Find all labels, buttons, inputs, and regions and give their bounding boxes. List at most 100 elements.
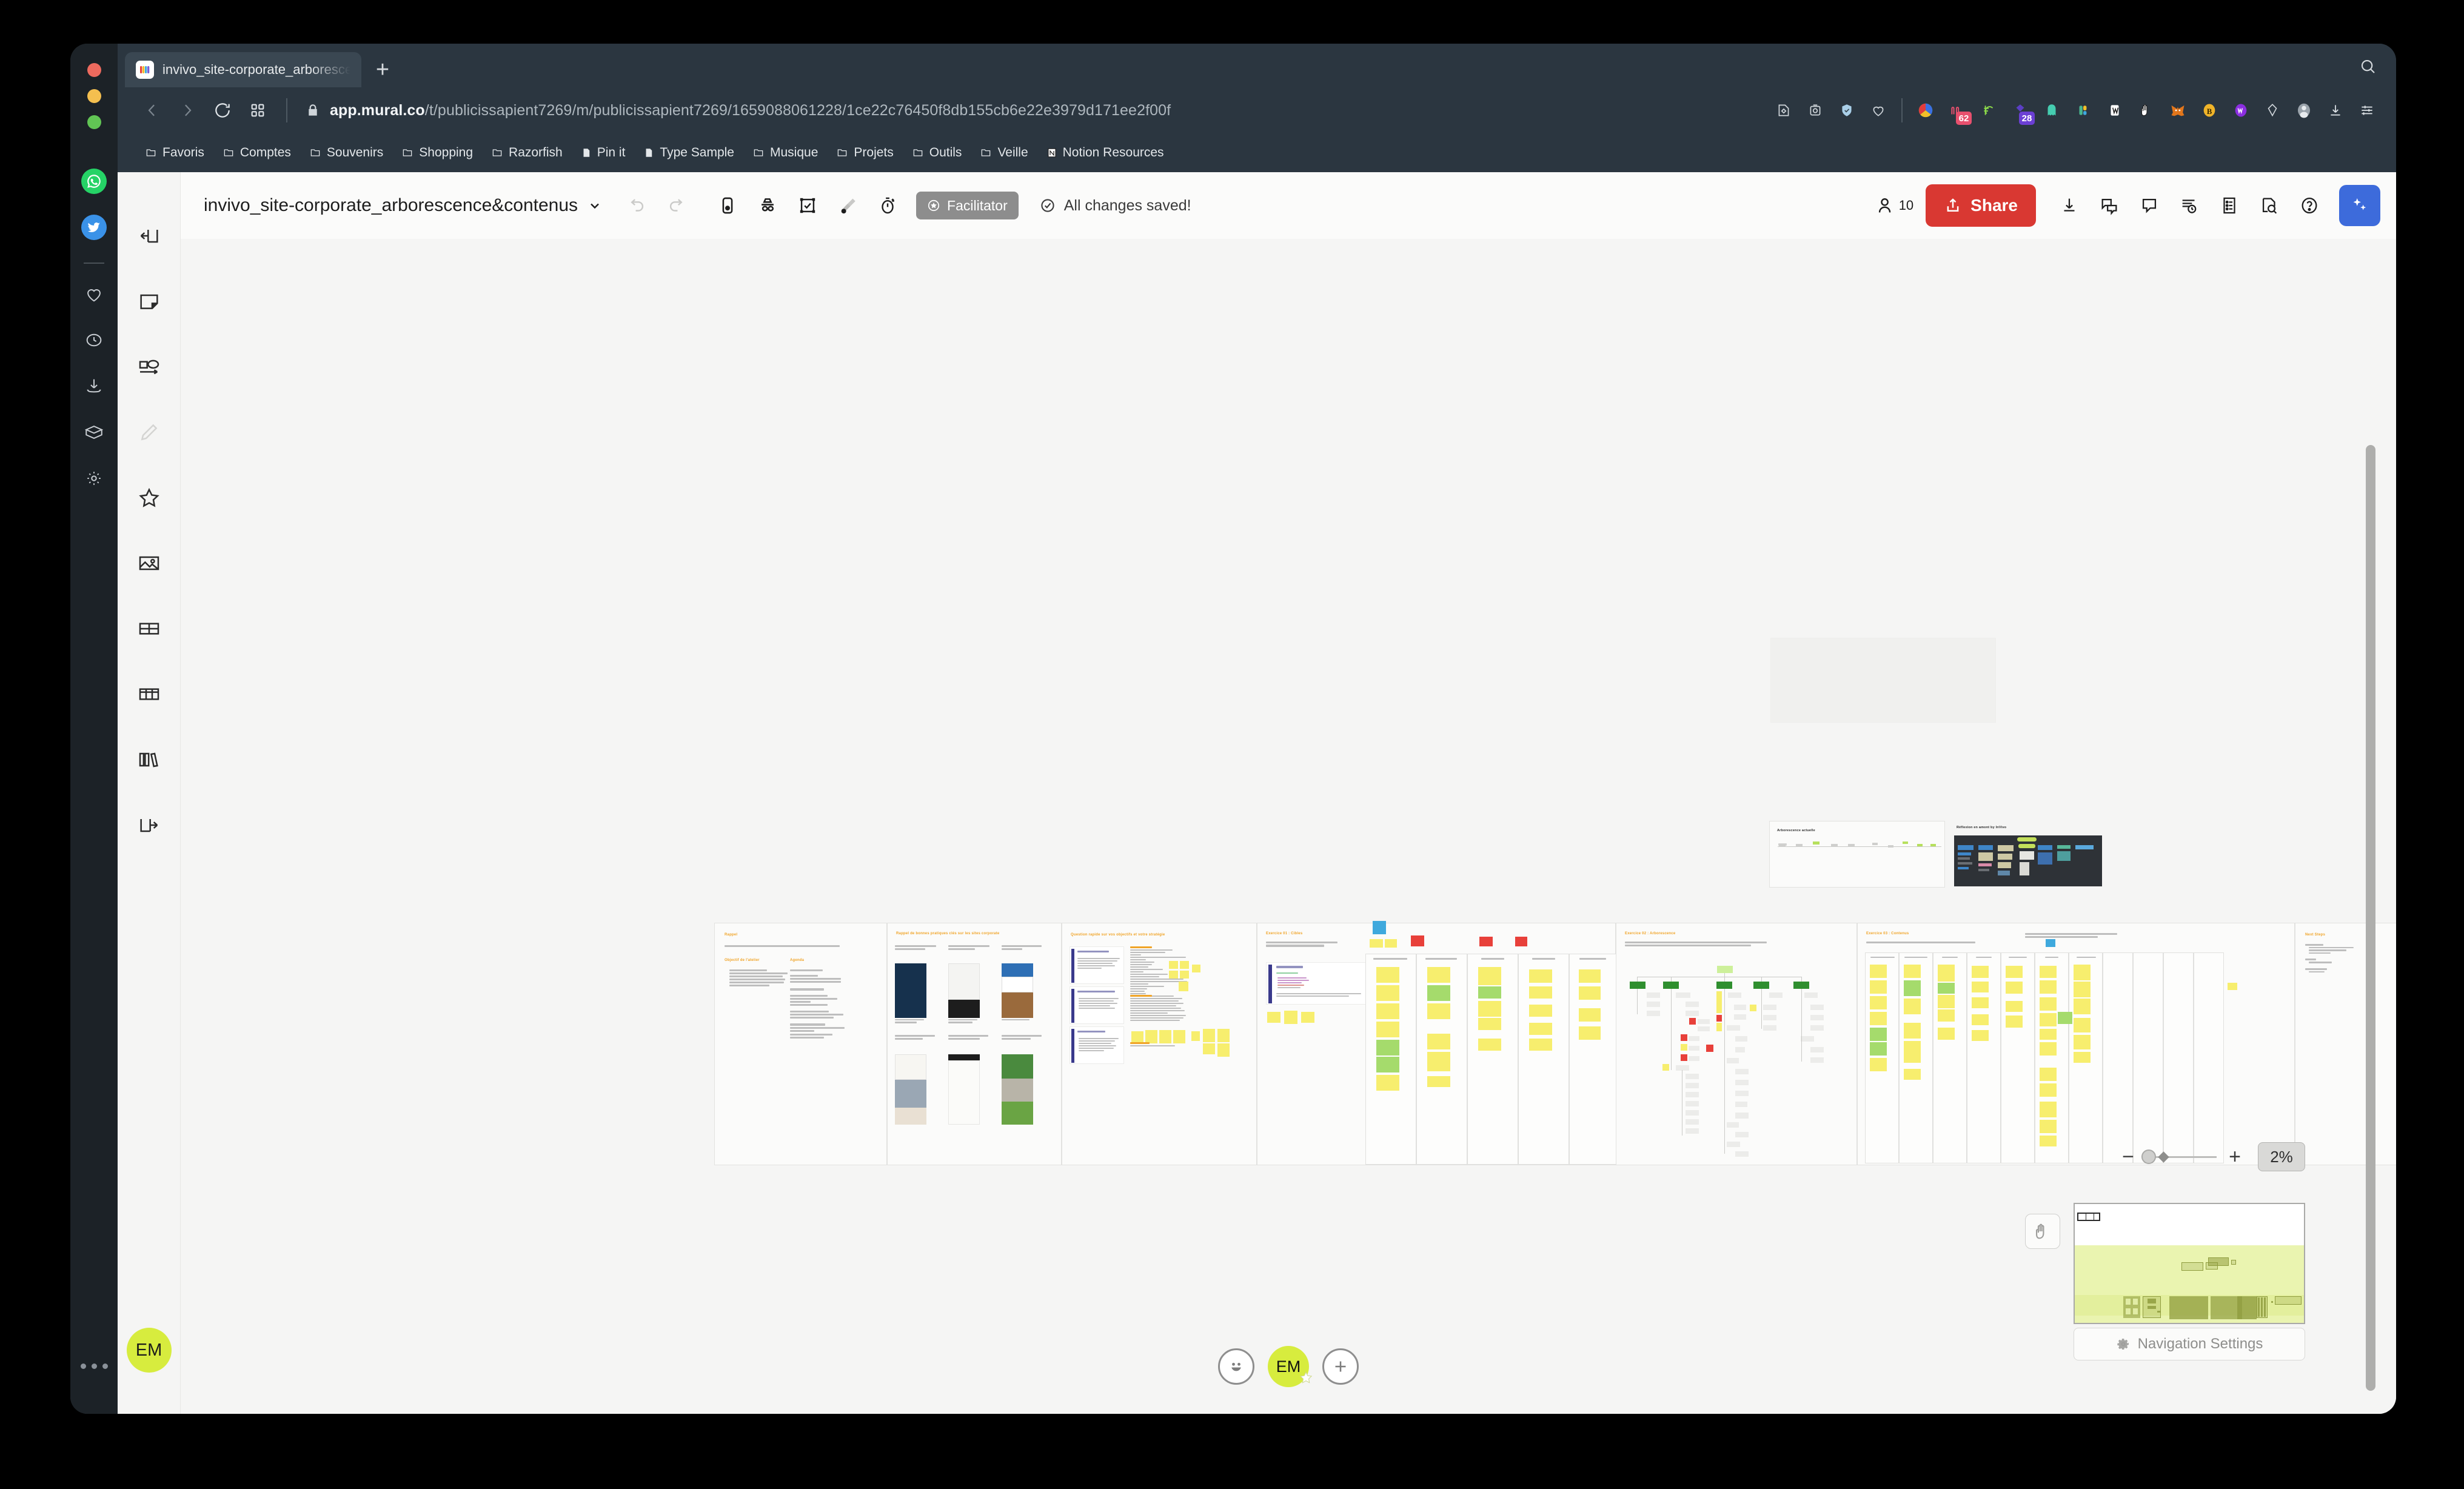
sticky-note[interactable] (1169, 971, 1178, 979)
timer-icon[interactable] (868, 186, 908, 226)
bookmark-comptes[interactable]: Comptes (213, 146, 300, 160)
evernote-icon[interactable]: 28 (2004, 95, 2036, 126)
diamond-icon[interactable] (2257, 95, 2288, 126)
sticky-note[interactable] (1203, 1029, 1215, 1042)
whatsapp-icon[interactable] (79, 167, 109, 196)
sticky-note[interactable] (1159, 1030, 1171, 1043)
canvas-small-panel-reflexion[interactable]: Réflexion en amont by InVivo (1954, 821, 2106, 888)
column-cibles-4[interactable] (1518, 954, 1569, 1165)
ai-sparkle-icon[interactable] (2339, 185, 2380, 226)
zoom-out-button[interactable]: − (2115, 1143, 2141, 1170)
profile-icon[interactable] (2288, 95, 2320, 126)
eraser-icon[interactable] (828, 186, 868, 226)
browser-tab[interactable]: invivo_site-corporate_arboresce (125, 52, 361, 87)
redo-icon[interactable] (657, 186, 697, 226)
sticky-note[interactable] (1203, 1043, 1215, 1054)
browser-search-icon[interactable] (2356, 55, 2380, 79)
bookmark-outils[interactable]: Outils (903, 146, 971, 160)
hand-pan-icon[interactable] (2025, 1214, 2060, 1249)
emoji-smiley-icon[interactable] (1218, 1348, 1254, 1385)
zoom-level-value[interactable]: 2% (2258, 1142, 2305, 1171)
wallet-purple-icon[interactable] (2225, 95, 2257, 126)
slide-card[interactable] (1070, 986, 1124, 1024)
avatar-me[interactable]: EM (1268, 1346, 1313, 1387)
export-download-icon[interactable] (2049, 186, 2089, 226)
status-badge[interactable]: Facilitator (916, 192, 1019, 219)
history-clock-icon[interactable] (79, 326, 109, 355)
sticky-note[interactable] (2046, 939, 2055, 947)
participants-count[interactable]: 10 (1875, 195, 1913, 216)
sticky-note[interactable] (1180, 971, 1189, 979)
comment-icon[interactable] (2129, 186, 2169, 226)
bookmark-souvenirs[interactable]: Souvenirs (300, 146, 392, 160)
find-icon[interactable] (2249, 186, 2289, 226)
minimize-window-button[interactable] (87, 89, 101, 103)
column-cibles-5[interactable] (1569, 954, 1616, 1165)
reload-icon[interactable] (205, 93, 240, 128)
grid-icon[interactable] (128, 607, 170, 650)
canvas-panel-next-steps[interactable]: Next Steps (2295, 923, 2396, 1165)
chat-icon[interactable] (2089, 186, 2129, 226)
sticky-note[interactable] (1373, 921, 1386, 934)
help-icon[interactable] (2289, 186, 2329, 226)
column-cibles-3[interactable] (1467, 954, 1518, 1165)
bookmark-favoris[interactable]: Favoris (136, 146, 213, 160)
download-icon[interactable] (2320, 95, 2351, 126)
momentum-icon[interactable]: 62 (1941, 95, 1973, 126)
sticky-note-icon[interactable] (128, 280, 170, 323)
navigation-settings-button[interactable]: Navigation Settings (2074, 1328, 2305, 1360)
sticky-note[interactable] (1191, 1031, 1200, 1041)
edit-icon[interactable] (1768, 95, 1799, 126)
column-contenus-9[interactable] (2133, 952, 2163, 1163)
shield-check-icon[interactable] (1831, 95, 1863, 126)
canvas-panel-rappel[interactable]: Rappel Objectif de l'atelier Agenda (714, 923, 887, 1165)
bookmark-type-sample[interactable]: Type Sample (634, 146, 743, 160)
pocket-icon[interactable] (2067, 95, 2099, 126)
screenshot-icon[interactable] (1799, 95, 1831, 126)
checkbox-frame-icon[interactable] (788, 186, 828, 226)
bookmark-projets[interactable]: Projets (827, 146, 902, 160)
heart-icon[interactable] (1863, 95, 1894, 126)
sticky-note[interactable] (1217, 1029, 1230, 1042)
canvas-panel-exercice-arborescence[interactable]: Exercice 02 : Arborescence (1616, 923, 1857, 1165)
ghostery-icon[interactable] (2036, 95, 2067, 126)
sticky-note[interactable] (1169, 961, 1178, 969)
image-icon[interactable] (128, 542, 170, 584)
minimap-viewport[interactable] (2077, 1213, 2100, 1221)
canvas-vertical-scrollbar[interactable] (2366, 445, 2375, 1391)
sticky-note[interactable] (1145, 1030, 1157, 1043)
shapes-connector-icon[interactable] (128, 346, 170, 388)
bookmark-pin-it[interactable]: Pin it (572, 146, 635, 160)
library-icon[interactable] (128, 738, 170, 781)
canvas-panel-bonnes-pratiques[interactable]: Rappel de bonnes pratiques clés sur les … (887, 923, 1062, 1165)
color-wheel-icon[interactable] (1910, 95, 1941, 126)
more-dots-icon[interactable] (80, 1364, 108, 1369)
canvas-placeholder-block[interactable] (1770, 638, 1996, 723)
brave-rewards-icon[interactable]: B (2194, 95, 2225, 126)
sticky-note[interactable] (1515, 937, 1527, 946)
canvas-panel-question-rapide[interactable]: Question rapide sur vos objectifs et vot… (1062, 923, 1257, 1165)
slide-card[interactable] (1070, 1026, 1124, 1064)
bookmark-razorfish[interactable]: Razorfish (482, 146, 572, 160)
forward-icon[interactable] (170, 93, 205, 128)
apps-grid-icon[interactable] (240, 93, 275, 128)
zoom-in-button[interactable]: + (2221, 1143, 2248, 1170)
column-contenus-11[interactable] (2194, 952, 2224, 1163)
sticky-note[interactable] (1180, 961, 1189, 969)
activity-history-icon[interactable] (2169, 186, 2209, 226)
downloads-icon[interactable] (79, 372, 109, 401)
select-tool-icon[interactable] (708, 186, 748, 226)
back-arrow-box-icon[interactable] (128, 215, 170, 257)
close-window-button[interactable] (87, 63, 101, 77)
mural-canvas[interactable]: Arborescence actuelle Réflexion en amont… (181, 239, 2396, 1414)
share-button[interactable]: Share (1926, 184, 2036, 227)
new-tab-button[interactable]: + (361, 52, 404, 87)
undo-icon[interactable] (617, 186, 657, 226)
next-arrow-box-icon[interactable] (128, 804, 170, 846)
sticky-note[interactable] (1217, 1043, 1230, 1057)
sticky-note[interactable] (1173, 1030, 1185, 1043)
grammarly-icon[interactable] (1973, 95, 2004, 126)
sticky-note[interactable] (1179, 982, 1188, 991)
sticky-note[interactable] (1192, 965, 1200, 972)
sticky-note[interactable] (1411, 935, 1424, 946)
